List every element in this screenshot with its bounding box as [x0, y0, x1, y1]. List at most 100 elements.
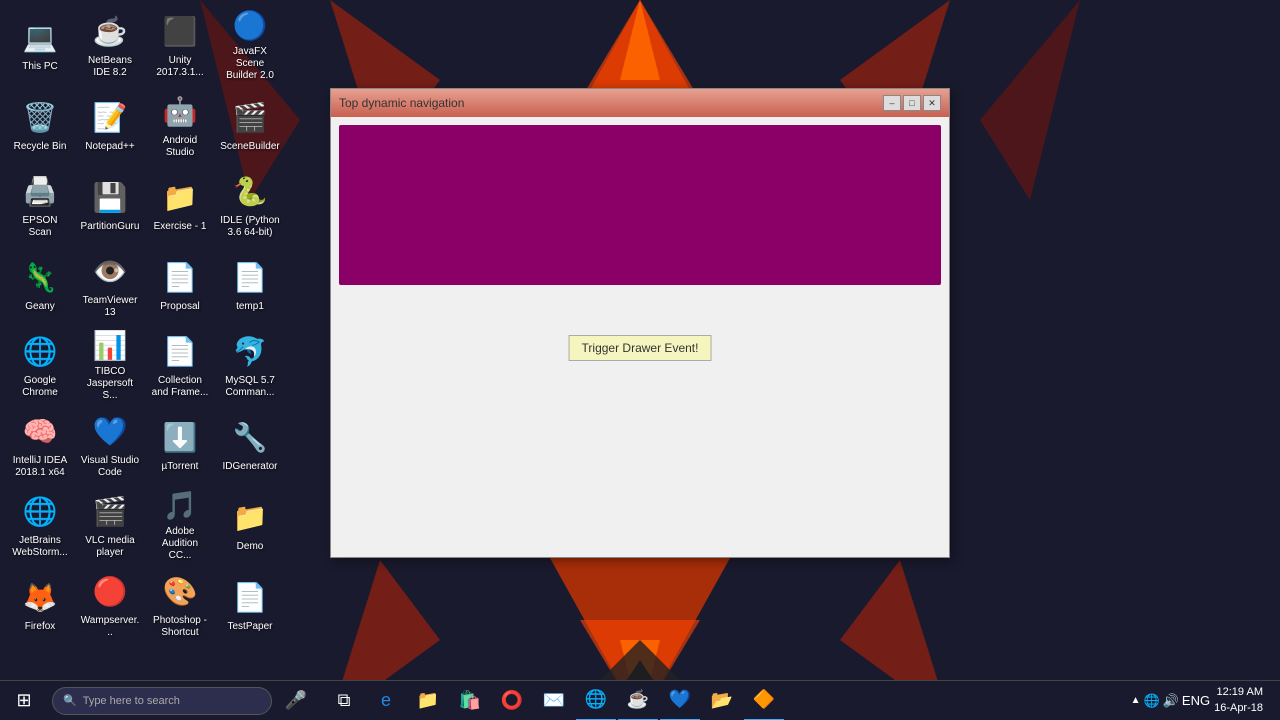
desktop-icon-this-pc[interactable]: 💻This PC: [5, 5, 75, 85]
desktop-icon-proposal[interactable]: 📄Proposal: [145, 245, 215, 325]
android-label: Android Studio: [150, 135, 210, 159]
window-content: Trigger Drawer Event!: [331, 117, 949, 557]
store-taskbar-icon[interactable]: 🛍️: [450, 681, 490, 720]
desktop-icon-vlc[interactable]: 🎬 VLC media player: [75, 485, 145, 565]
teamviewer-icon: 👁️: [90, 251, 130, 291]
taskbar-right-area: ▲ 🌐 🔊 ENG 12:19 AM 16-Apr-18: [1131, 685, 1280, 716]
vlc-icon: 🎬: [90, 491, 130, 531]
system-tray-icons: ▲ 🌐 🔊 ENG: [1131, 693, 1210, 709]
trigger-drawer-button[interactable]: Trigger Drawer Event!: [569, 335, 712, 361]
desktop-icon-jetbrains[interactable]: 🌐 JetBrains WebStorm...: [5, 485, 75, 565]
desktop-icon-netbeans[interactable]: ☕NetBeans IDE 8.2: [75, 5, 145, 85]
desktop-icon-android[interactable]: 🤖Android Studio: [145, 85, 215, 165]
desktop: 💻This PC☕NetBeans IDE 8.2⬛Unity 2017.3.1…: [0, 0, 1280, 720]
mysql-label: MySQL 5.7 Comman...: [220, 375, 280, 399]
volume-icon[interactable]: 🔊: [1163, 693, 1179, 709]
desktop-icon-recycle[interactable]: 🗑️Recycle Bin: [5, 85, 75, 165]
scenebuilder-label: SceneBuilder: [220, 141, 279, 153]
mail-taskbar-icon[interactable]: ✉️: [534, 681, 574, 720]
search-icon: 🔍: [63, 694, 77, 707]
idgenerator-label: IDGenerator: [222, 461, 277, 473]
javafx-icon: 🔵: [230, 9, 270, 42]
this-pc-icon: 💻: [20, 17, 60, 57]
netbeans-icon: ☕: [90, 11, 130, 51]
chrome-label: Google Chrome: [10, 375, 70, 399]
window-titlebar[interactable]: Top dynamic navigation – □ ✕: [331, 89, 949, 117]
minimize-button[interactable]: –: [883, 95, 901, 111]
collection-icon: 📄: [160, 331, 200, 371]
show-hidden-icons[interactable]: ▲: [1131, 695, 1141, 706]
wamp-icon: 🔴: [90, 571, 130, 611]
window-controls: – □ ✕: [883, 95, 941, 111]
collection-label: Collection and Frame...: [150, 375, 210, 399]
temp1-icon: 📄: [230, 257, 270, 297]
desktop-icon-adobe[interactable]: 🎵Adobe Audition CC...: [145, 485, 215, 565]
desktop-icon-unity[interactable]: ⬛Unity 2017.3.1...: [145, 5, 215, 85]
exercise-icon: 📁: [160, 177, 200, 217]
idle-icon: 🐍: [230, 171, 270, 211]
jetbrains-label: JetBrains WebStorm...: [10, 535, 70, 559]
vlc-label: VLC media player: [80, 535, 140, 559]
netbeans-taskbar-icon[interactable]: ☕: [618, 681, 658, 720]
intellij-label: IntelliJ IDEA 2018.1 x64: [10, 455, 70, 479]
utorrent-icon: ⬇️: [160, 417, 200, 457]
window-title: Top dynamic navigation: [339, 96, 464, 110]
clock-date: 16-Apr-18: [1214, 701, 1263, 716]
search-box[interactable]: 🔍: [52, 687, 272, 715]
mysql-icon: 🐬: [230, 331, 270, 371]
desktop-icon-tibco[interactable]: 📊TIBCO Jaspersoft S...: [75, 325, 145, 405]
cortana-taskbar-icon[interactable]: ⭕: [492, 681, 532, 720]
desktop-icon-partition[interactable]: 💾PartitionGuru: [75, 165, 145, 245]
desktop-icon-mysql[interactable]: 🐬 MySQL 5.7 Comman...: [215, 325, 285, 405]
maximize-button[interactable]: □: [903, 95, 921, 111]
chrome-taskbar-icon[interactable]: 🌐: [576, 681, 616, 720]
desktop-icon-scenebuilder[interactable]: 🎬SceneBuilder: [215, 85, 285, 165]
javafx-taskbar-icon[interactable]: 🔶: [744, 681, 784, 720]
window-header-purple: [339, 125, 941, 285]
desktop-icon-idle[interactable]: 🐍IDLE (Python 3.6 64-bit): [215, 165, 285, 245]
desktop-icon-vs[interactable]: 💙Visual Studio Code: [75, 405, 145, 485]
desktop-icon-testpaper[interactable]: 📄TestPaper: [215, 565, 285, 645]
vscode-taskbar-icon[interactable]: 💙: [660, 681, 700, 720]
filemanager-taskbar-icon[interactable]: 📂: [702, 681, 742, 720]
javafx-label: JavaFX Scene Builder 2.0: [220, 46, 280, 82]
lang-indicator[interactable]: ENG: [1182, 693, 1210, 708]
search-input[interactable]: [83, 695, 243, 707]
desktop-icon-demo[interactable]: 📁Demo: [215, 485, 285, 565]
microphone-taskbar-icon[interactable]: 🎤: [276, 681, 316, 720]
desktop-icon-geany[interactable]: 🦎Geany: [5, 245, 75, 325]
clock-time: 12:19 AM: [1214, 685, 1263, 700]
idgenerator-icon: 🔧: [230, 417, 270, 457]
desktop-icon-photoshop[interactable]: 🎨Photoshop - Shortcut: [145, 565, 215, 645]
taskbar-pinned-icons: ⧉ e 📁 🛍️ ⭕ ✉️ 🌐 ☕ 💙 📂 🔶: [324, 681, 784, 720]
desktop-icon-wamp[interactable]: 🔴Wampserver...: [75, 565, 145, 645]
desktop-icon-collection[interactable]: 📄 Collection and Frame...: [145, 325, 215, 405]
testpaper-label: TestPaper: [227, 621, 272, 633]
desktop-icon-firefox[interactable]: 🦊Firefox: [5, 565, 75, 645]
desktop-icon-javafx[interactable]: 🔵 JavaFX Scene Builder 2.0: [215, 5, 285, 85]
epson-label: EPSON Scan: [10, 215, 70, 239]
desktop-icon-chrome[interactable]: 🌐Google Chrome: [5, 325, 75, 405]
app-window: Top dynamic navigation – □ ✕ Trigger Dra…: [330, 88, 950, 558]
clock[interactable]: 12:19 AM 16-Apr-18: [1214, 685, 1263, 716]
desktop-icon-temp1[interactable]: 📄temp1: [215, 245, 285, 325]
desktop-icon-notepad[interactable]: 📝Notepad++: [75, 85, 145, 165]
recycle-label: Recycle Bin: [14, 141, 67, 153]
notepad-icon: 📝: [90, 97, 130, 137]
desktop-icon-intellij[interactable]: 🧠IntelliJ IDEA 2018.1 x64: [5, 405, 75, 485]
desktop-icon-teamviewer[interactable]: 👁️TeamViewer 13: [75, 245, 145, 325]
network-icon[interactable]: 🌐: [1144, 693, 1160, 709]
partition-icon: 💾: [90, 177, 130, 217]
task-view-button[interactable]: ⧉: [324, 681, 364, 720]
desktop-icon-idgenerator[interactable]: 🔧 IDGenerator: [215, 405, 285, 485]
edge-taskbar-icon[interactable]: e: [366, 681, 406, 720]
adobe-label: Adobe Audition CC...: [150, 526, 210, 562]
close-button[interactable]: ✕: [923, 95, 941, 111]
desktop-icon-utorrent[interactable]: ⬇️µTorrent: [145, 405, 215, 485]
start-button[interactable]: ⊞: [0, 681, 48, 720]
desktop-icon-exercise[interactable]: 📁Exercise - 1: [145, 165, 215, 245]
desktop-icon-epson[interactable]: 🖨️EPSON Scan: [5, 165, 75, 245]
file-explorer-taskbar-icon[interactable]: 📁: [408, 681, 448, 720]
jetbrains-icon: 🌐: [20, 491, 60, 531]
proposal-label: Proposal: [160, 301, 199, 313]
